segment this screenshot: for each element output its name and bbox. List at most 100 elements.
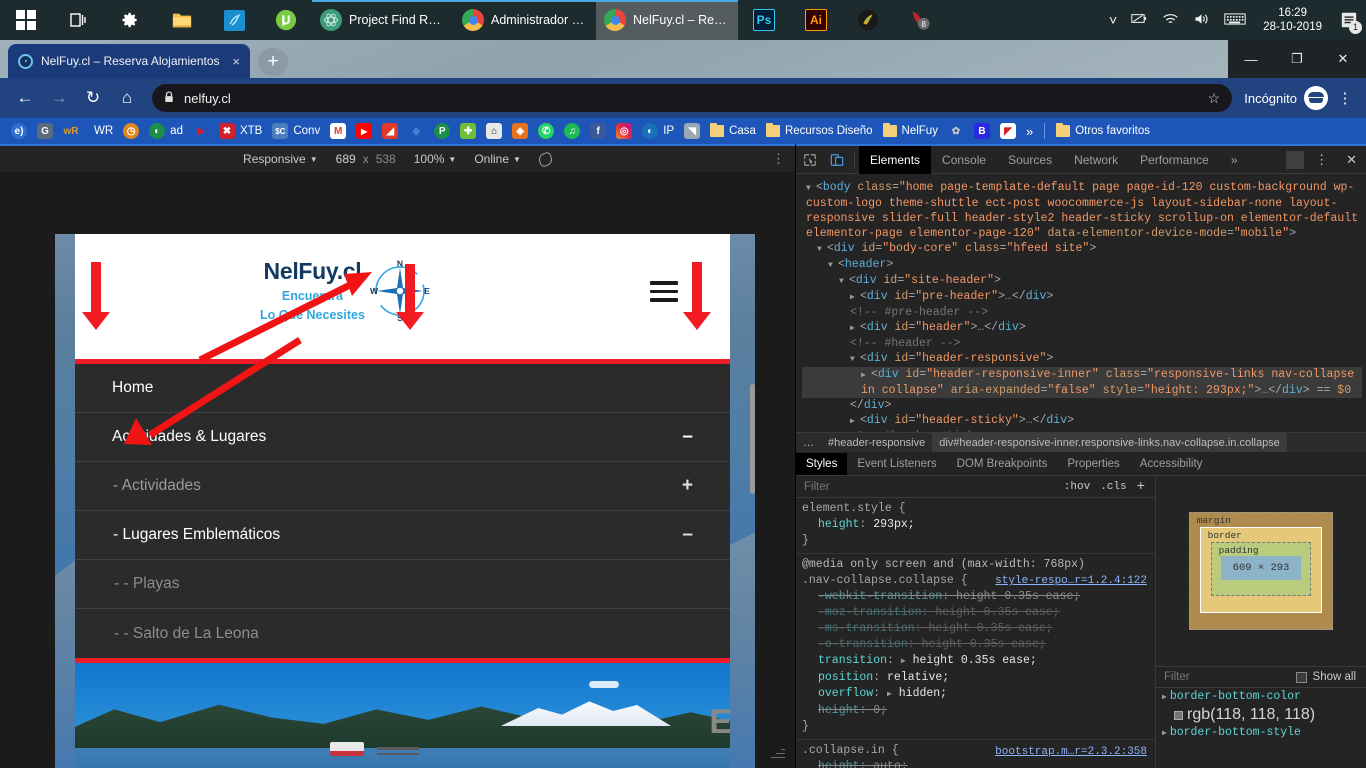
box-model-content[interactable]: 609 × 293 [1220,556,1302,580]
close-window-button[interactable]: ✕ [1320,40,1366,78]
css-rule-element-style[interactable]: element.style { height: 293px; } [796,498,1155,554]
task-project-find-results[interactable]: Project Find Results... [312,0,454,40]
menu-item-salto-de-la-leona[interactable]: - - Salto de La Leona [75,609,730,658]
tab-event-listeners[interactable]: Event Listeners [847,453,946,475]
css-declaration[interactable]: -o-transition: height 0.35s ease; [796,637,1155,653]
hov-button[interactable]: :hov [1059,481,1095,493]
rule-source-link[interactable]: bootstrap.m…r=2.3.2:358 [995,744,1147,760]
menu-toggle-sign[interactable]: + [682,476,693,495]
toggle-device-toolbar-icon[interactable] [823,146,850,174]
dom-line[interactable]: ▼ <header> [802,257,1362,273]
bookmark-drop[interactable]: ◆ [403,118,429,144]
app-blue-icon[interactable] [208,0,260,40]
page-scrollbar[interactable] [750,384,755,494]
bookmark-runner[interactable]: ✚ [455,118,481,144]
show-hidden-icons-chevron[interactable]: ˅ [1102,12,1124,28]
browser-tab-nelfuy[interactable]: NelFuy.cl – Reserva Alojamientos × [8,44,250,78]
bookmark-gmail[interactable]: M [325,118,351,144]
keyboard-icon[interactable] [1217,12,1253,29]
inspect-element-icon[interactable] [796,146,823,174]
bookmark-xtb[interactable]: ✖ XTB [214,118,267,144]
bookmark-green-circle[interactable]: P [429,118,455,144]
bookmarks-overflow-button[interactable]: » [1021,118,1038,144]
hamburger-menu-icon[interactable] [650,276,678,307]
address-bar[interactable]: nelfuy.cl ☆ [152,84,1233,112]
box-model-margin[interactable]: margin border padding 609 × 293 [1188,512,1334,630]
menu-item-actividades[interactable]: - Actividades + [75,462,730,511]
menu-item-lugares-emblematicos[interactable]: - Lugares Emblemáticos – [75,511,730,560]
bookmark-wr-small[interactable]: wR [58,118,84,144]
new-style-rule-button[interactable]: + [1132,479,1155,495]
forward-button[interactable]: → [42,81,76,115]
bookmark-chart-red[interactable]: ◢ [377,118,403,144]
bookmark-google[interactable]: G [32,118,58,144]
chrome-menu-button[interactable]: ⋮ [1332,89,1358,107]
more-tabs-button[interactable]: » [1220,146,1249,174]
css-declaration[interactable]: height: auto; [796,759,1155,768]
menu-toggle-sign[interactable]: – [682,427,693,446]
tab-accessibility[interactable]: Accessibility [1130,453,1213,475]
bookmark-instagram[interactable]: ◎ [611,118,637,144]
bookmark-youtube[interactable]: ▶ [351,118,377,144]
box-model-padding[interactable]: padding 609 × 293 [1210,542,1312,596]
tab-console[interactable]: Console [931,146,997,174]
css-rule-nav-collapse[interactable]: @media only screen and (max-width: 768px… [796,554,1155,740]
bookmark-folder-casa[interactable]: Casa [705,118,761,144]
breadcrumb-item-2[interactable]: div#header-responsive-inner.responsive-l… [932,432,1287,453]
bookmark-e[interactable]: e) [6,118,32,144]
dom-line[interactable]: <!-- #header-sticky --> [802,429,1362,432]
cls-button[interactable]: .cls [1095,481,1131,493]
device-height-input[interactable]: 538 [376,152,396,166]
notifications-icon[interactable]: 1 [1332,0,1366,40]
bookmark-spotify[interactable]: ♫ [559,118,585,144]
device-width-input[interactable]: 689 [336,152,356,166]
photoshop-icon[interactable]: Ps [738,0,790,40]
wifi-icon[interactable] [1155,12,1186,29]
bookmark-orange-box[interactable]: ◈ [507,118,533,144]
dom-line[interactable]: ▼ <div id="header-responsive"> [802,351,1362,367]
task-view-icon[interactable] [52,0,104,40]
dom-line[interactable]: <!-- #header --> [802,336,1362,351]
styles-filter-input[interactable]: Filter [796,481,1059,493]
bookmark-facebook[interactable]: f [585,118,611,144]
bookmark-red-arrow[interactable]: ▶ [188,118,214,144]
home-button[interactable]: ⌂ [110,81,144,115]
breadcrumb-item-1[interactable]: #header-responsive [821,433,932,453]
dom-line[interactable]: </div> [802,398,1362,413]
tab-dom-breakpoints[interactable]: DOM Breakpoints [947,453,1058,475]
menu-toggle-sign[interactable]: – [682,525,693,544]
dom-line[interactable]: ▶ <div id="pre-header">…</div> [802,289,1362,305]
box-model-border[interactable]: border padding 609 × 293 [1199,527,1323,613]
rule-source-link[interactable]: style-respo…r=1.2.4:122 [995,573,1147,589]
windows-start-icon[interactable] [0,0,52,40]
taskbar-clock[interactable]: 16:29 28-10-2019 [1253,6,1332,34]
close-devtools-button[interactable]: ✕ [1337,152,1366,168]
bookmark-b[interactable]: B [969,118,995,144]
other-bookmarks-folder[interactable]: Otros favoritos [1051,118,1155,144]
file-explorer-icon[interactable] [156,0,208,40]
device-select[interactable]: Responsive ▼ [243,152,318,166]
battery-icon[interactable] [1124,12,1155,28]
dom-tree[interactable]: ▼ <body class="home page-template-default… [796,174,1366,432]
expand-triangle-icon[interactable]: ▶ [1162,729,1167,738]
illustrator-icon[interactable]: Ai [790,0,842,40]
dom-line[interactable]: ▼ <div id="site-header"> [802,273,1362,289]
css-declaration[interactable]: height: 0; [796,703,1155,719]
tab-elements[interactable]: Elements [859,145,932,174]
app-8-icon[interactable]: 8 [894,0,946,40]
incognito-indicator[interactable]: Incógnito [1244,86,1328,110]
dom-line[interactable]: ▼ <div id="body-core" class="hfeed site"> [802,241,1362,257]
tab-performance[interactable]: Performance [1129,146,1220,174]
maximize-button[interactable]: ❐ [1274,40,1320,78]
menu-item-actividades-lugares[interactable]: Actividades & Lugares – [75,413,730,462]
dom-line[interactable]: ▼ <body class="home page-template-default… [802,180,1362,241]
show-all-checkbox[interactable]: Show all [1295,671,1366,683]
bookmark-clock[interactable]: ◷ [118,118,144,144]
expand-triangle-icon[interactable]: ▶ [1162,693,1167,702]
css-declaration[interactable]: position: relative; [796,670,1155,686]
computed-property-row[interactable]: ▶ border-bottom-style [1156,724,1366,742]
bookmark-house[interactable]: ⌂ [481,118,507,144]
bookmark-whatsapp[interactable]: ✆ [533,118,559,144]
close-tab-icon[interactable]: × [228,54,244,69]
task-administrador[interactable]: Administrador de a... [454,0,596,40]
